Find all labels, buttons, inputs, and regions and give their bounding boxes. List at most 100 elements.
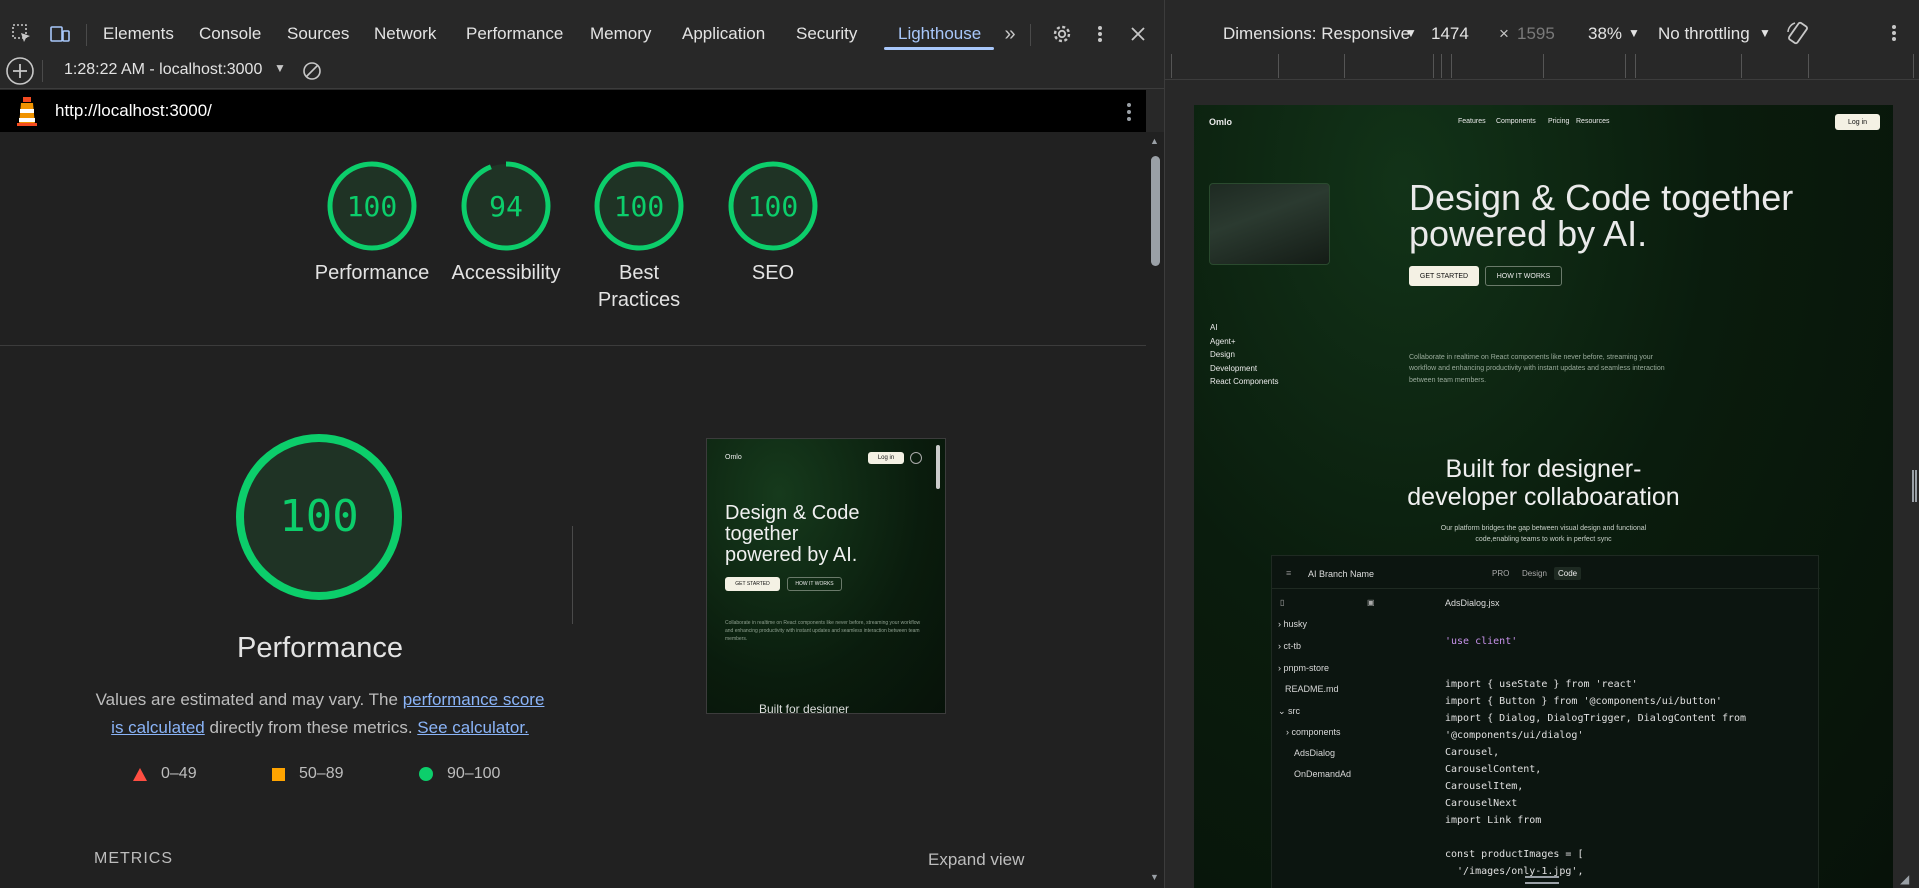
editor-tab-code[interactable]: Code xyxy=(1554,567,1582,580)
kebab-menu-icon[interactable] xyxy=(1088,22,1112,46)
active-tab-indicator xyxy=(884,47,994,50)
legend-fail: 0–49 xyxy=(133,765,197,783)
tree-item[interactable]: OnDemandAd xyxy=(1294,769,1351,779)
throttling-select[interactable]: No throttling xyxy=(1658,24,1750,44)
tree-item[interactable]: ⌄ src xyxy=(1278,706,1300,717)
thumb-cta-primary: GET STARTED xyxy=(725,577,780,591)
dropdown-chevron-icon[interactable]: ▼ xyxy=(274,61,286,75)
score-gauge-accessibility[interactable]: 94 Accessibility xyxy=(436,160,576,287)
expand-view-toggle[interactable]: Expand view xyxy=(928,850,1024,870)
toolbar-divider xyxy=(42,60,43,82)
close-devtools-icon[interactable] xyxy=(1126,22,1150,46)
side-menu-agent[interactable]: Agent+ xyxy=(1210,337,1236,346)
emulated-page: Omlo Features Components Pricing Resourc… xyxy=(1194,105,1893,888)
tab-memory[interactable]: Memory xyxy=(590,24,651,44)
editor-tab-pro[interactable]: PRO xyxy=(1492,569,1509,578)
tab-performance[interactable]: Performance xyxy=(466,24,563,44)
chevron-down-icon[interactable]: ▼ xyxy=(1759,26,1771,40)
site-body-line3: between team members. xyxy=(1409,377,1487,384)
editor-tab-design[interactable]: Design xyxy=(1522,569,1547,578)
inspect-element-icon[interactable] xyxy=(10,22,34,46)
tree-item[interactable]: AdsDialog xyxy=(1294,748,1335,758)
new-folder-icon[interactable]: ▣ xyxy=(1367,598,1375,607)
score-gauge-seo[interactable]: 100 SEO xyxy=(703,160,843,287)
tab-elements[interactable]: Elements xyxy=(103,24,174,44)
chevron-down-icon[interactable]: ▼ xyxy=(1628,26,1640,40)
code-line: import { Button } from '@components/ui/b… xyxy=(1445,696,1722,707)
report-kebab-icon[interactable] xyxy=(1126,102,1132,127)
dimensions-select[interactable]: Dimensions: Responsive xyxy=(1223,24,1410,44)
width-input[interactable]: 1474 xyxy=(1431,24,1469,44)
site-login-button[interactable]: Log in xyxy=(1835,114,1880,130)
tree-item[interactable]: › components xyxy=(1286,727,1341,737)
resize-handle-right[interactable] xyxy=(1912,470,1917,502)
tree-item[interactable]: › ct-tb xyxy=(1278,641,1301,651)
ruler-mark xyxy=(1278,54,1279,78)
site-nav-pricing[interactable]: Pricing xyxy=(1548,118,1569,125)
side-menu-design[interactable]: Design xyxy=(1210,350,1235,359)
tree-item[interactable]: › pnpm-store xyxy=(1278,663,1329,673)
score-value: 100 xyxy=(614,190,665,223)
resize-handle-bottom[interactable] xyxy=(1525,876,1559,884)
ruler-mark xyxy=(1433,54,1434,78)
scroll-down-icon[interactable]: ▼ xyxy=(1150,872,1159,882)
device-kebab-icon[interactable] xyxy=(1891,24,1897,47)
metrics-heading: METRICS xyxy=(94,850,173,867)
legend-range: 50–89 xyxy=(299,765,344,782)
chevron-down-icon[interactable]: ▼ xyxy=(1405,26,1417,40)
more-tabs-icon[interactable]: » xyxy=(998,22,1022,46)
tree-label: pnpm-store xyxy=(1283,663,1330,673)
lighthouse-logo-icon xyxy=(14,95,40,132)
score-gauge-best-practices[interactable]: 100 Best Practices xyxy=(569,160,709,314)
site-get-started-button[interactable]: GET STARTED xyxy=(1409,266,1479,286)
tab-lighthouse[interactable]: Lighthouse xyxy=(898,24,981,44)
new-file-icon[interactable]: ▯ xyxy=(1280,598,1284,607)
code-line: CarouselItem, xyxy=(1445,781,1524,792)
final-screenshot-thumbnail[interactable]: Omlo Log in Design & Code together power… xyxy=(706,438,946,714)
lighthouse-report-bar: 1:28:22 AM - localhost:3000 ▼ xyxy=(0,51,1164,89)
see-calculator-link[interactable]: See calculator. xyxy=(417,718,529,737)
code-line: import { Dialog, DialogTrigger, DialogCo… xyxy=(1445,713,1747,724)
ruler-mark xyxy=(1451,54,1452,78)
ruler-mark xyxy=(1808,54,1809,78)
media-query-ruler[interactable] xyxy=(1165,54,1919,80)
dimension-times: × xyxy=(1499,24,1509,43)
site-nav-resources[interactable]: Resources xyxy=(1576,118,1609,125)
clear-reports-icon[interactable] xyxy=(300,59,324,83)
performance-big-score: 100 xyxy=(279,491,358,542)
site-nav-features[interactable]: Features xyxy=(1458,118,1486,125)
zoom-select[interactable]: 38% xyxy=(1588,24,1622,44)
report-scrollbar[interactable]: ▲ ▼ xyxy=(1146,132,1164,888)
side-menu-react-components[interactable]: React Components xyxy=(1210,377,1278,386)
scroll-up-icon[interactable]: ▲ xyxy=(1150,136,1159,146)
report-url[interactable]: http://localhost:3000/ xyxy=(55,101,212,121)
tree-item[interactable]: › husky xyxy=(1278,619,1307,629)
score-gauge-performance[interactable]: 100 Performance xyxy=(302,160,442,287)
desc-text: directly from these metrics. xyxy=(204,718,418,737)
code-line: CarouselNext xyxy=(1445,798,1518,809)
site-brand[interactable]: Omlo xyxy=(1209,117,1232,127)
ruler-mark xyxy=(1441,54,1442,78)
report-selector[interactable]: 1:28:22 AM - localhost:3000 xyxy=(64,61,262,79)
legend-pass: 90–100 xyxy=(419,765,500,783)
thumb-brand: Omlo xyxy=(725,454,742,461)
device-toggle-icon[interactable] xyxy=(48,22,72,46)
tab-sources[interactable]: Sources xyxy=(287,24,349,44)
tab-console[interactable]: Console xyxy=(199,24,261,44)
height-input[interactable]: 1595 xyxy=(1517,24,1555,44)
scrollbar-thumb[interactable] xyxy=(1151,156,1160,266)
tree-item[interactable]: README.md xyxy=(1285,684,1339,694)
ruler-mark xyxy=(1344,54,1345,78)
resize-corner-icon[interactable]: ◢ xyxy=(1900,872,1909,886)
score-value: 94 xyxy=(489,190,523,223)
tab-network[interactable]: Network xyxy=(374,24,436,44)
new-report-icon[interactable] xyxy=(4,55,36,87)
tab-security[interactable]: Security xyxy=(796,24,857,44)
side-menu-development[interactable]: Development xyxy=(1210,364,1257,373)
tab-application[interactable]: Application xyxy=(682,24,765,44)
side-menu-ai[interactable]: AI xyxy=(1210,323,1218,332)
rotate-device-icon[interactable] xyxy=(1785,20,1811,51)
settings-gear-icon[interactable] xyxy=(1050,22,1074,46)
site-nav-components[interactable]: Components xyxy=(1496,118,1536,125)
site-how-it-works-button[interactable]: HOW IT WORKS xyxy=(1485,266,1562,286)
